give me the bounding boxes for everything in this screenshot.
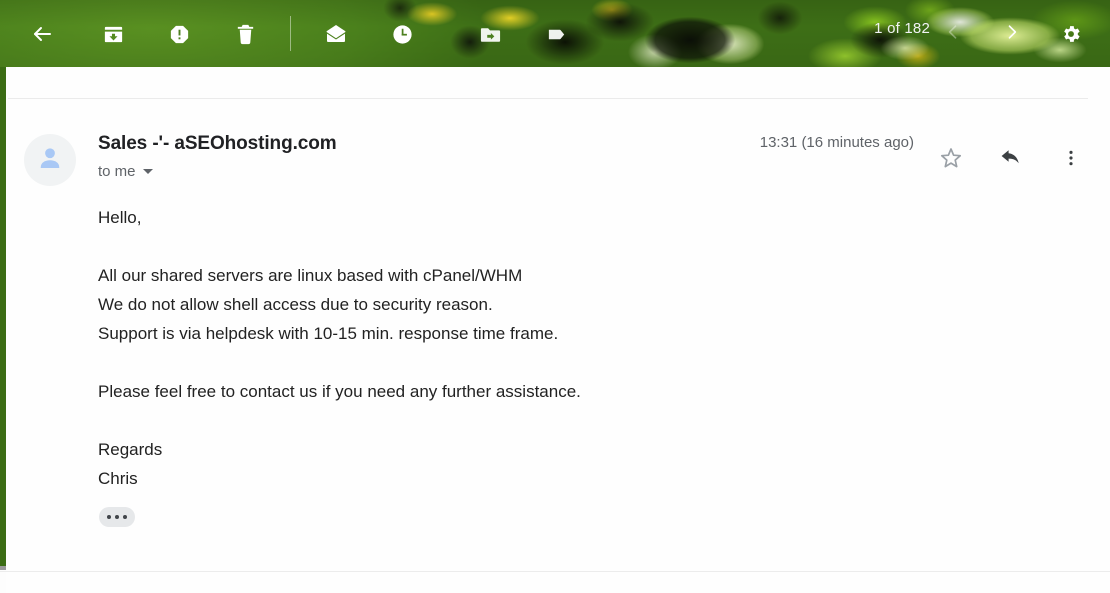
toolbar-divider bbox=[290, 16, 291, 51]
move-to-button[interactable] bbox=[468, 12, 512, 56]
report-spam-icon bbox=[168, 23, 191, 46]
newer-button[interactable] bbox=[931, 12, 975, 56]
settings-button[interactable] bbox=[1049, 12, 1093, 56]
reply-button[interactable] bbox=[989, 138, 1033, 182]
chevron-left-icon bbox=[943, 22, 963, 47]
chevron-right-icon bbox=[1002, 22, 1022, 47]
message-counter: 1 of 182 bbox=[874, 20, 930, 37]
delete-button[interactable] bbox=[223, 12, 267, 56]
back-button[interactable] bbox=[20, 12, 64, 56]
person-icon bbox=[35, 143, 65, 178]
avatar bbox=[24, 134, 76, 186]
older-button[interactable] bbox=[990, 12, 1034, 56]
ellipsis-dot bbox=[123, 515, 127, 519]
ellipsis-dot bbox=[115, 515, 119, 519]
archive-icon bbox=[102, 23, 125, 46]
footer-divider bbox=[0, 571, 1110, 572]
recipient-dropdown[interactable]: to me bbox=[98, 163, 153, 180]
report-spam-button[interactable] bbox=[157, 12, 201, 56]
back-arrow-icon bbox=[30, 22, 54, 46]
tag-icon bbox=[546, 23, 569, 46]
more-options-button[interactable] bbox=[1049, 138, 1093, 182]
archive-button[interactable] bbox=[91, 12, 135, 56]
folder-move-icon bbox=[479, 23, 502, 46]
message-body-text: Hello, All our shared servers are linux … bbox=[98, 208, 581, 488]
message-toolbar: 1 of 182 bbox=[0, 0, 1110, 67]
show-trimmed-content-button[interactable] bbox=[99, 507, 135, 527]
email-reading-pane: 1 of 182 Sales -'- aSEOhosting.com to me… bbox=[0, 0, 1110, 593]
ellipsis-dot bbox=[107, 515, 111, 519]
sender-name: Sales -'- aSEOhosting.com bbox=[98, 133, 337, 154]
envelope-icon bbox=[324, 22, 348, 46]
star-button[interactable] bbox=[929, 138, 973, 182]
recipient-label: to me bbox=[98, 163, 136, 180]
snooze-button[interactable] bbox=[380, 12, 424, 56]
star-icon bbox=[939, 146, 963, 175]
trash-icon bbox=[234, 23, 257, 46]
header-divider bbox=[8, 98, 1088, 99]
more-vertical-icon bbox=[1061, 148, 1081, 173]
reply-arrow-icon bbox=[999, 146, 1023, 175]
labels-button[interactable] bbox=[535, 12, 579, 56]
chevron-down-icon bbox=[142, 169, 153, 174]
message-timestamp: 13:31 (16 minutes ago) bbox=[759, 134, 914, 151]
mark-unread-button[interactable] bbox=[314, 12, 358, 56]
gear-icon bbox=[1060, 23, 1082, 45]
clock-icon bbox=[391, 23, 414, 46]
